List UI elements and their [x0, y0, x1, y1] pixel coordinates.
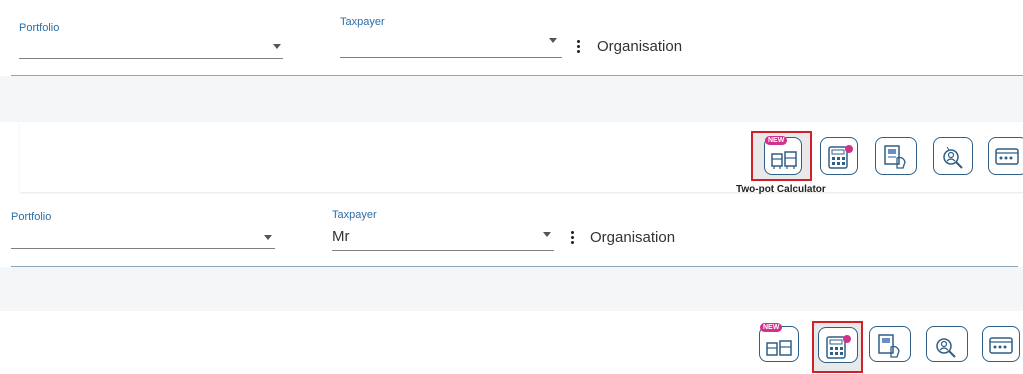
portfolio-underline — [11, 248, 275, 249]
browser-tool-button[interactable] — [988, 137, 1023, 175]
portfolio-label: Portfolio — [11, 211, 52, 223]
document-hand-button[interactable] — [869, 326, 911, 362]
two-pot-calculator-icon — [771, 151, 797, 169]
taxpayer-underline — [340, 57, 562, 58]
browser-tool-icon — [995, 148, 1019, 165]
person-search-button[interactable] — [926, 326, 968, 362]
screen-panel-2: Portfolio Taxpayer Mr Organisation NEW — [0, 193, 1023, 374]
portfolio-underline — [19, 58, 283, 59]
two-pot-calculator-icon — [766, 340, 792, 356]
document-hand-icon — [878, 334, 900, 358]
browser-tool-button[interactable] — [982, 326, 1020, 362]
more-options-icon[interactable] — [577, 40, 581, 55]
taxpayer-select[interactable]: Mr — [332, 223, 554, 253]
document-hand-button[interactable] — [875, 137, 917, 175]
more-options-icon[interactable] — [571, 231, 575, 246]
taxpayer-label: Taxpayer — [340, 16, 385, 28]
browser-tool-icon — [989, 337, 1013, 354]
chevron-down-icon — [264, 235, 272, 240]
tools-card: NEW Two-pot Calculator — [20, 122, 1023, 195]
new-badge: NEW — [765, 136, 788, 145]
calculator-button[interactable] — [820, 137, 858, 175]
organisation-label[interactable]: Organisation — [590, 229, 675, 246]
taxpayer-select[interactable] — [340, 30, 562, 60]
toolbar-band — [0, 267, 1023, 311]
taxpayer-underline — [332, 250, 554, 251]
portfolio-select[interactable] — [19, 34, 283, 62]
calculator-icon — [828, 145, 853, 169]
chevron-down-icon — [549, 38, 557, 43]
organisation-label[interactable]: Organisation — [597, 38, 682, 55]
tools-card: NEW — [0, 311, 1023, 374]
portfolio-label: Portfolio — [19, 22, 60, 34]
chevron-down-icon — [543, 232, 551, 237]
calculator-button[interactable] — [818, 327, 858, 363]
person-search-icon — [943, 146, 963, 169]
taxpayer-label: Taxpayer — [332, 209, 377, 221]
person-search-button[interactable] — [933, 137, 973, 175]
person-search-icon — [936, 338, 956, 358]
new-badge: NEW — [760, 323, 783, 332]
calculator-icon — [826, 335, 851, 359]
taxpayer-value: Mr — [332, 228, 350, 245]
chevron-down-icon — [273, 44, 281, 49]
document-hand-icon — [884, 145, 906, 169]
portfolio-select[interactable] — [11, 223, 275, 251]
toolbar-band — [0, 76, 1023, 122]
screen-panel-1: Portfolio Taxpayer Organisation NEW Two-… — [0, 0, 1023, 195]
